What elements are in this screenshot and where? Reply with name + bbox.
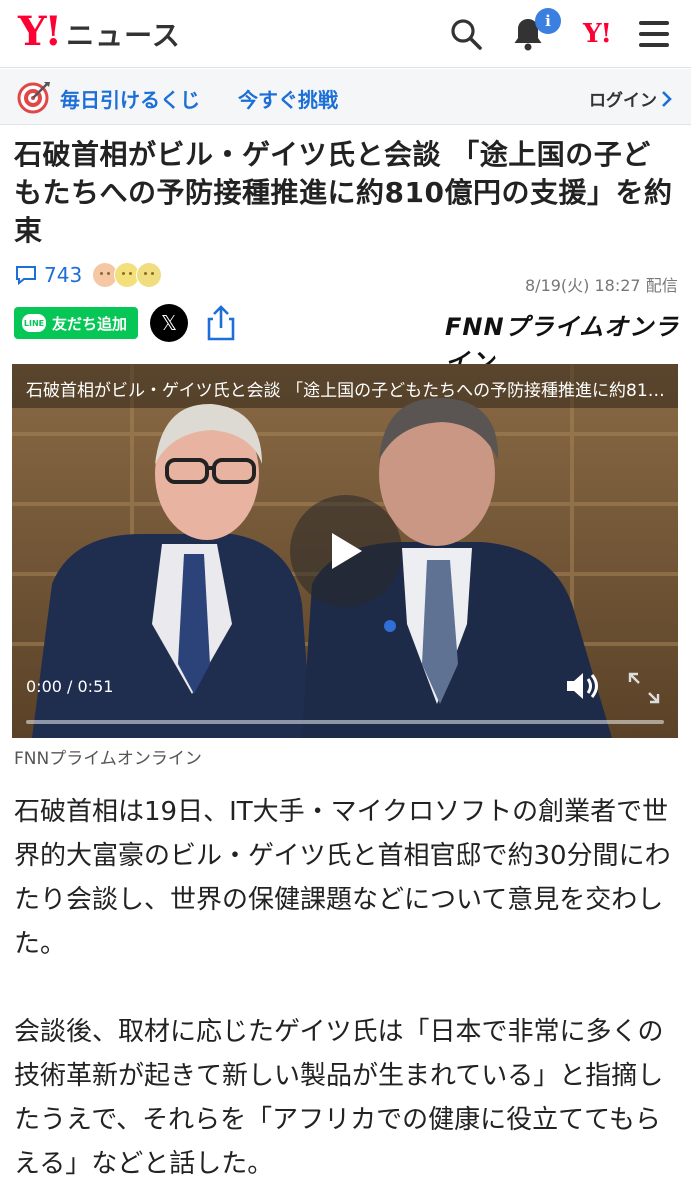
target-icon	[16, 79, 52, 115]
article-paragraph: 石破首相は19日、IT大手・マイクロソフトの創業者で世界的大富豪のビル・ゲイツ氏…	[14, 797, 671, 959]
promo-bar: 毎日引けるくじ 今すぐ挑戦 ログイン	[0, 69, 691, 125]
yahoo-home-link[interactable]: Y!	[572, 14, 622, 54]
comments-link[interactable]: 743	[14, 262, 163, 288]
article-paragraph: 会談後、取材に応じたゲイツ氏は「日本で非常に多くの技術革新が起きて新しい製品が生…	[14, 1017, 664, 1179]
login-label: ログイン	[589, 91, 657, 111]
share-icon[interactable]	[204, 304, 238, 342]
challenge-now-link[interactable]: 今すぐ挑戦	[238, 84, 338, 113]
search-icon[interactable]	[446, 14, 486, 54]
comment-count: 743	[44, 263, 83, 287]
play-icon	[332, 533, 362, 569]
x-share-button[interactable]: 𝕏	[150, 304, 188, 342]
play-button[interactable]	[290, 495, 402, 607]
chevron-right-icon	[662, 90, 672, 107]
video-player[interactable]: 石破首相がビル・ゲイツ氏と会談 「途上国の子どもたちへの予防接種推進に約810億…	[12, 364, 678, 738]
line-button-label: 友だち追加	[52, 314, 128, 333]
fullscreen-icon[interactable]	[626, 670, 662, 706]
line-icon: LINE	[22, 314, 46, 332]
comment-icon	[16, 266, 36, 286]
video-title: 石破首相がビル・ゲイツ氏と会談 「途上国の子どもたちへの予防接種推進に約810億…	[26, 381, 666, 401]
publish-date: 8/19(火) 18:27 配信	[525, 276, 678, 295]
reaction-face-icon	[136, 262, 163, 288]
daily-lottery-link[interactable]: 毎日引けるくじ	[60, 84, 200, 113]
article-body: 石破首相は19日、IT大手・マイクロソフトの創業者で世界的大富豪のビル・ゲイツ氏…	[14, 790, 678, 1187]
notification-badge[interactable]: i	[535, 8, 561, 34]
app-header: Y! ニュース i Y!	[0, 0, 691, 68]
menu-icon[interactable]	[634, 14, 674, 54]
article-headline: 石破首相がビル・ゲイツ氏と会談 「途上国の子どもたちへの予防接種推進に約810億…	[14, 138, 673, 247]
video-caption: FNNプライムオンライン	[14, 749, 202, 769]
video-time: 0:00 / 0:51	[26, 677, 114, 696]
logo-y-mark: Y!	[18, 8, 62, 55]
yahoo-news-logo[interactable]: Y! ニュース	[18, 12, 181, 54]
video-progress-bar[interactable]	[26, 720, 664, 724]
logo-text: ニュース	[66, 19, 181, 52]
login-link[interactable]: ログイン	[589, 86, 673, 111]
volume-icon[interactable]	[564, 670, 600, 702]
reaction-faces	[92, 262, 163, 288]
line-add-friend-button[interactable]: LINE 友だち追加	[14, 307, 138, 339]
